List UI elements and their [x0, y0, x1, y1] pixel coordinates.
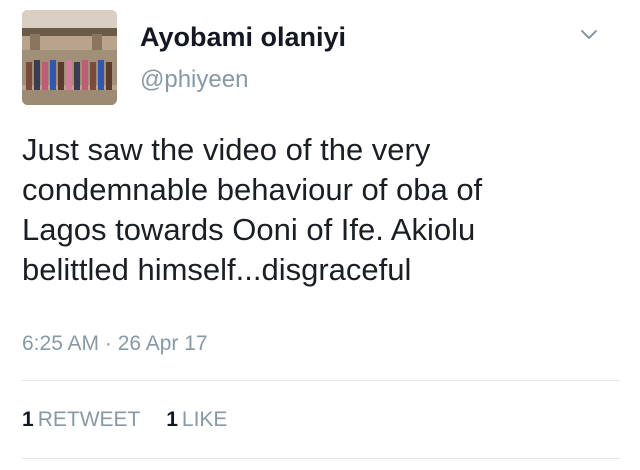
- divider: [22, 380, 620, 381]
- divider: [22, 458, 620, 459]
- tweet-text-line: condemnable behaviour of oba of: [22, 172, 483, 207]
- like-label: LIKE: [181, 408, 228, 431]
- avatar[interactable]: [22, 10, 117, 105]
- retweets-stat[interactable]: 1 RETWEET: [22, 408, 140, 432]
- tweet-text-line: Lagos towards Ooni of Ife. Akiolu: [22, 212, 476, 247]
- retweet-count: 1: [22, 408, 34, 431]
- chevron-down-icon[interactable]: [578, 26, 600, 44]
- tweet-stats: 1 RETWEET 1 LIKE: [22, 408, 247, 432]
- author-display-name[interactable]: Ayobami olaniyi: [140, 22, 346, 53]
- retweet-label: RETWEET: [37, 408, 141, 431]
- tweet-text: Just saw the video of the very condemnab…: [22, 130, 622, 290]
- like-count: 1: [166, 408, 178, 431]
- tweet-text-line: belittled himself...disgraceful: [22, 252, 412, 287]
- author-handle[interactable]: @phiyeen: [140, 66, 248, 94]
- tweet-text-line: Just saw the video of the very: [22, 132, 431, 167]
- likes-stat[interactable]: 1 LIKE: [166, 408, 227, 432]
- tweet-timestamp[interactable]: 6:25 AM · 26 Apr 17: [22, 332, 208, 356]
